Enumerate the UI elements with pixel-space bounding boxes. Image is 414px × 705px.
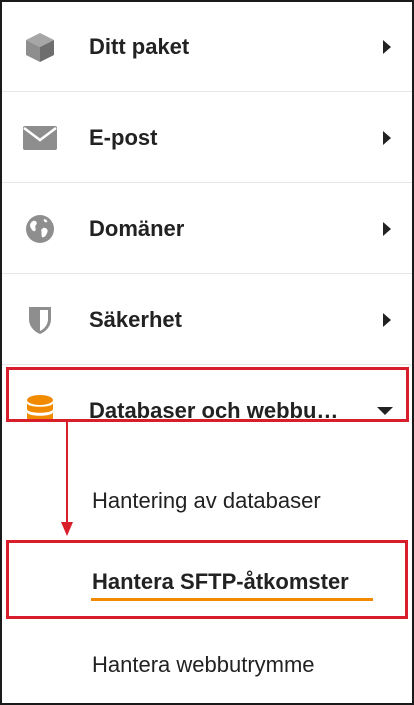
menu-item-domaner[interactable]: Domäner: [2, 184, 412, 274]
menu-item-label: Domäner: [89, 215, 185, 241]
menu-item-e-post[interactable]: E-post: [2, 93, 412, 183]
highlight-box-databaser: [6, 367, 409, 422]
chevron-right-icon: [380, 130, 394, 146]
chevron-right-icon: [380, 221, 394, 237]
submenu-item-hantera-webbutrymme[interactable]: Hantera webbutrymme: [92, 652, 315, 678]
shield-icon: [20, 300, 60, 340]
package-icon: [20, 27, 60, 67]
submenu-item-hantering-av-databaser[interactable]: Hantering av databaser: [92, 488, 321, 514]
menu-item-sakerhet[interactable]: Säkerhet: [2, 275, 412, 365]
chevron-right-icon: [380, 312, 394, 328]
highlight-box-sftp: [6, 540, 408, 619]
annotation-arrow: [61, 420, 73, 536]
envelope-icon: [20, 118, 60, 158]
menu-item-label: E-post: [89, 124, 158, 150]
chevron-right-icon: [380, 39, 394, 55]
menu-item-ditt-paket[interactable]: Ditt paket: [2, 2, 412, 92]
menu-item-label: Säkerhet: [89, 306, 182, 332]
menu-item-label: Ditt paket: [89, 33, 190, 59]
globe-icon: [20, 209, 60, 249]
